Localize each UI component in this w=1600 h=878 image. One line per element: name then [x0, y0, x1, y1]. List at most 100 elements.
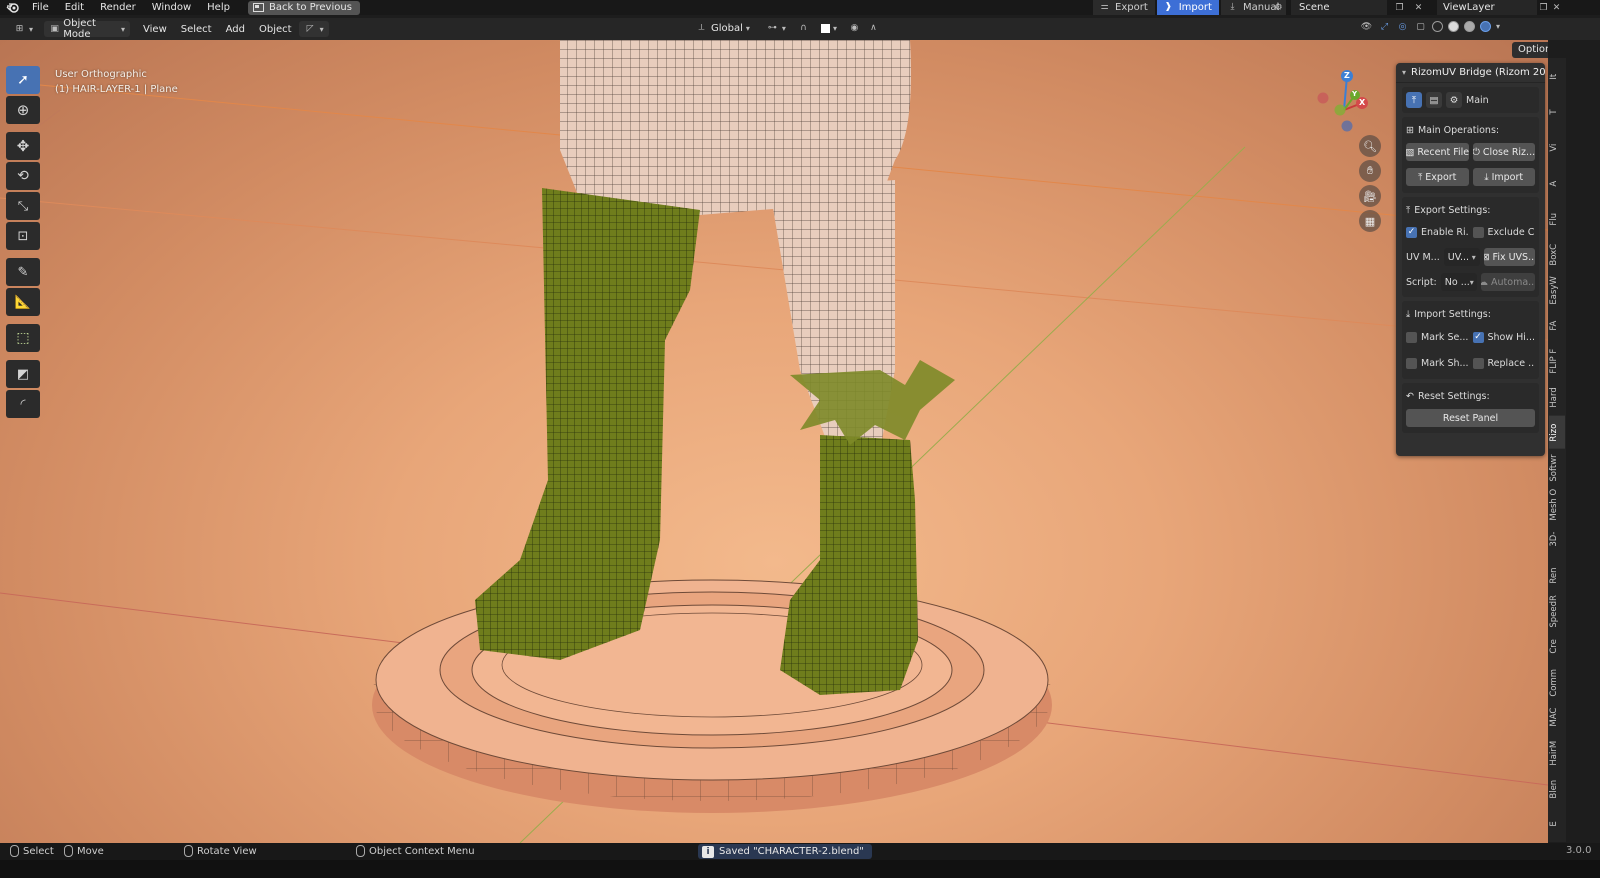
overlay-toggle-icon[interactable]: ◎ — [1396, 20, 1409, 33]
uv-map-dropdown[interactable]: UV... ▾ — [1443, 248, 1480, 266]
visibility-icon[interactable]: 👁 — [1360, 20, 1373, 33]
sidebar-tab[interactable]: Hard — [1549, 381, 1565, 414]
gear-icon[interactable]: ⚙ — [1446, 92, 1462, 108]
sidebar-tab[interactable]: Softwr — [1549, 452, 1565, 485]
sidebar-tab[interactable]: Cre — [1549, 630, 1565, 663]
sidebar-tab[interactable]: FLIP F — [1549, 345, 1565, 378]
viewlayer-field[interactable]: ViewLayer — [1437, 0, 1537, 15]
select-cursor-icon: ➚ — [17, 72, 29, 88]
pivot-dropdown[interactable]: ⊶ ▾ — [761, 20, 791, 36]
mark-seams-checkbox[interactable]: Mark Se... — [1406, 331, 1469, 343]
sidebar-tab[interactable]: EasyW — [1549, 274, 1565, 307]
navigation-gizmo[interactable]: Z X Y — [1314, 68, 1386, 138]
sidebar-tab[interactable]: E — [1549, 808, 1565, 841]
close-rizom-button[interactable]: ⏻ Close Riz... — [1472, 143, 1535, 161]
chevron-down-icon[interactable]: ▾ — [1496, 22, 1500, 31]
sidebar-tab[interactable]: Comm — [1549, 666, 1565, 699]
menu-select[interactable]: Select — [174, 24, 219, 35]
blender-logo-icon[interactable] — [0, 0, 24, 15]
sidebar-tab[interactable]: T — [1549, 96, 1565, 129]
add-cube-tool[interactable]: ⬚ — [6, 324, 40, 352]
wireframe-shading-icon[interactable] — [1432, 21, 1443, 32]
copy-scene-icon[interactable]: ❐ — [1393, 1, 1406, 14]
recent-file-button[interactable]: ▧ Recent File — [1406, 143, 1469, 161]
menu-help[interactable]: Help — [199, 0, 238, 15]
solid-shading-icon[interactable] — [1448, 21, 1459, 32]
back-to-previous-button[interactable]: Back to Previous — [247, 0, 360, 15]
replace-checkbox[interactable]: Replace ... — [1472, 357, 1535, 369]
automate-button[interactable]: ☁ Automa... — [1480, 273, 1535, 291]
perspective-toggle[interactable]: ▦ — [1359, 210, 1381, 232]
sidebar-tab[interactable]: Vi — [1549, 131, 1565, 164]
camera-button[interactable]: 🎥︎ — [1359, 185, 1381, 207]
sidebar-tab[interactable]: Blen — [1549, 773, 1565, 806]
sidebar-tab[interactable]: It — [1549, 60, 1565, 93]
editor-type-button[interactable]: ⊞ ▾ — [8, 21, 38, 37]
pan-button[interactable]: ✋︎ — [1359, 160, 1381, 182]
sidebar-tab[interactable]: FA — [1549, 309, 1565, 342]
import-button[interactable]: ⤓ Import — [1472, 168, 1535, 186]
gizmo-toggle-icon[interactable]: ⤢ — [1378, 20, 1391, 33]
tab-import[interactable]: ❱ Import — [1156, 0, 1219, 15]
mode-dropdown[interactable]: ▣ Object Mode ▾ — [44, 18, 131, 40]
menu-add[interactable]: Add — [219, 24, 252, 35]
annotate-tool[interactable]: ✎ — [6, 258, 40, 286]
sidebar-tab[interactable]: BoxC — [1549, 238, 1565, 271]
script-dropdown[interactable]: No ... ▾ — [1440, 273, 1477, 291]
file-icon: ▧ — [1406, 146, 1415, 158]
sidebar-tab[interactable]: Rizo — [1549, 416, 1565, 449]
xray-icon[interactable]: ▢ — [1414, 20, 1427, 33]
upload-icon[interactable]: ⤒ — [1406, 92, 1422, 108]
cursor-tool[interactable]: ⊕ — [6, 96, 40, 124]
close-scene-icon[interactable]: ✕ — [1412, 1, 1425, 14]
sidebar-tab[interactable]: Flu — [1549, 203, 1565, 236]
export-button[interactable]: ⤒ Export — [1406, 168, 1469, 186]
document-icon[interactable]: ▤ — [1426, 92, 1442, 108]
tab-export[interactable]: ⚌ Export — [1093, 0, 1155, 15]
sidebar-tab[interactable]: SpeedR — [1549, 595, 1565, 628]
rotate-tool[interactable]: ⟲ — [6, 162, 40, 190]
sidebar-tab[interactable]: A — [1549, 167, 1565, 200]
enable-checkbox[interactable]: ✓ Enable Ri... — [1406, 226, 1469, 238]
menu-window[interactable]: Window — [144, 0, 199, 15]
copy-viewlayer-icon[interactable]: ❐ — [1537, 1, 1550, 14]
menu-view[interactable]: View — [136, 24, 174, 35]
measure-tool[interactable]: 📐 — [6, 288, 40, 316]
magnet-icon[interactable]: ∩ — [797, 22, 810, 35]
move-tool[interactable]: ✥ — [6, 132, 40, 160]
rendered-shading-icon[interactable] — [1480, 21, 1491, 32]
sidebar-tab[interactable]: HairM — [1549, 737, 1565, 770]
3d-viewport[interactable]: User Orthographic (1) HAIR-LAYER-1 | Pla… — [0, 40, 1548, 843]
reset-panel-button[interactable]: Reset Panel — [1406, 409, 1535, 427]
sidebar-tab[interactable]: Ren — [1549, 559, 1565, 592]
menu-object[interactable]: Object — [252, 24, 299, 35]
options-dropdown[interactable]: Options ▾ — [1512, 42, 1548, 70]
close-viewlayer-icon[interactable]: ✕ — [1550, 1, 1563, 14]
orientation-dropdown[interactable]: ⟂ Global ▾ — [690, 20, 755, 36]
sidebar-tab[interactable]: MAC — [1549, 701, 1565, 734]
zoom-button[interactable]: 🔍︎ — [1359, 135, 1381, 157]
sidebar-tab[interactable]: 3D- — [1549, 523, 1565, 556]
snap-dropdown[interactable]: ▾ — [816, 20, 842, 36]
show-hidden-checkbox[interactable]: ✓ Show Hi... — [1472, 331, 1535, 343]
extra-tool-2[interactable]: ◜ — [6, 390, 40, 418]
scale-tool[interactable]: ⤡ — [6, 192, 40, 220]
gpencil-dropdown[interactable]: ◸ ▾ — [298, 21, 329, 37]
mark-sharp-checkbox[interactable]: Mark Sh... — [1406, 357, 1469, 369]
menu-render[interactable]: Render — [92, 0, 144, 15]
report-message[interactable]: i Saved "CHARACTER-2.blend" — [698, 844, 872, 859]
extra-tool-1[interactable]: ◩ — [6, 360, 40, 388]
proportional-edit-icon[interactable]: ◉ — [848, 22, 861, 35]
select-box-tool[interactable]: ➚ — [6, 66, 40, 94]
falloff-icon[interactable]: ∧ — [867, 22, 880, 35]
sidebar-tab[interactable]: Mesh O — [1549, 488, 1565, 521]
material-shading-icon[interactable] — [1464, 21, 1475, 32]
panel-header[interactable]: ▾ RizomUV Bridge (Rizom 2020+) — [1396, 63, 1545, 83]
transform-tool[interactable]: ⊡ — [6, 222, 40, 250]
exclude-checkbox[interactable]: Exclude C... — [1472, 226, 1535, 238]
menu-edit[interactable]: Edit — [57, 0, 92, 15]
scene-field[interactable]: Scene — [1291, 0, 1387, 15]
scene-icon[interactable]: ⚙ — [1272, 1, 1285, 14]
fix-uvs-button[interactable]: ⊠ Fix UVS... — [1483, 248, 1535, 266]
menu-file[interactable]: File — [24, 0, 57, 15]
